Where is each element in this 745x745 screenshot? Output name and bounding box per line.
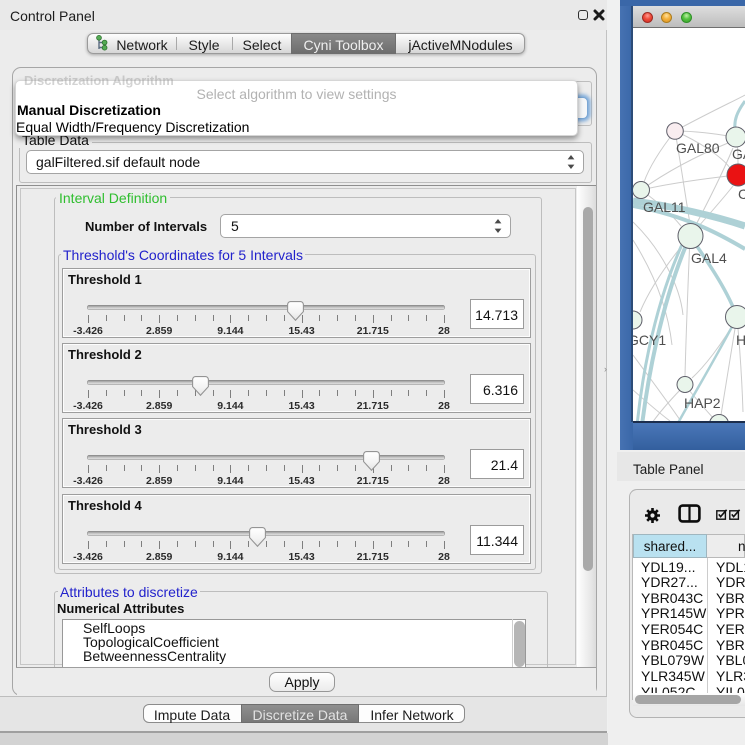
svg-text:GAL11: GAL11 <box>643 199 686 215</box>
svg-text:GA: GA <box>732 146 745 162</box>
svg-text:GAL4: GAL4 <box>691 250 727 266</box>
svg-text:HAP2: HAP2 <box>684 395 721 411</box>
svg-text:C: C <box>738 186 745 202</box>
svg-text:H: H <box>736 332 745 348</box>
svg-text:GAL80: GAL80 <box>676 140 720 156</box>
svg-text:GCY1: GCY1 <box>633 332 666 348</box>
